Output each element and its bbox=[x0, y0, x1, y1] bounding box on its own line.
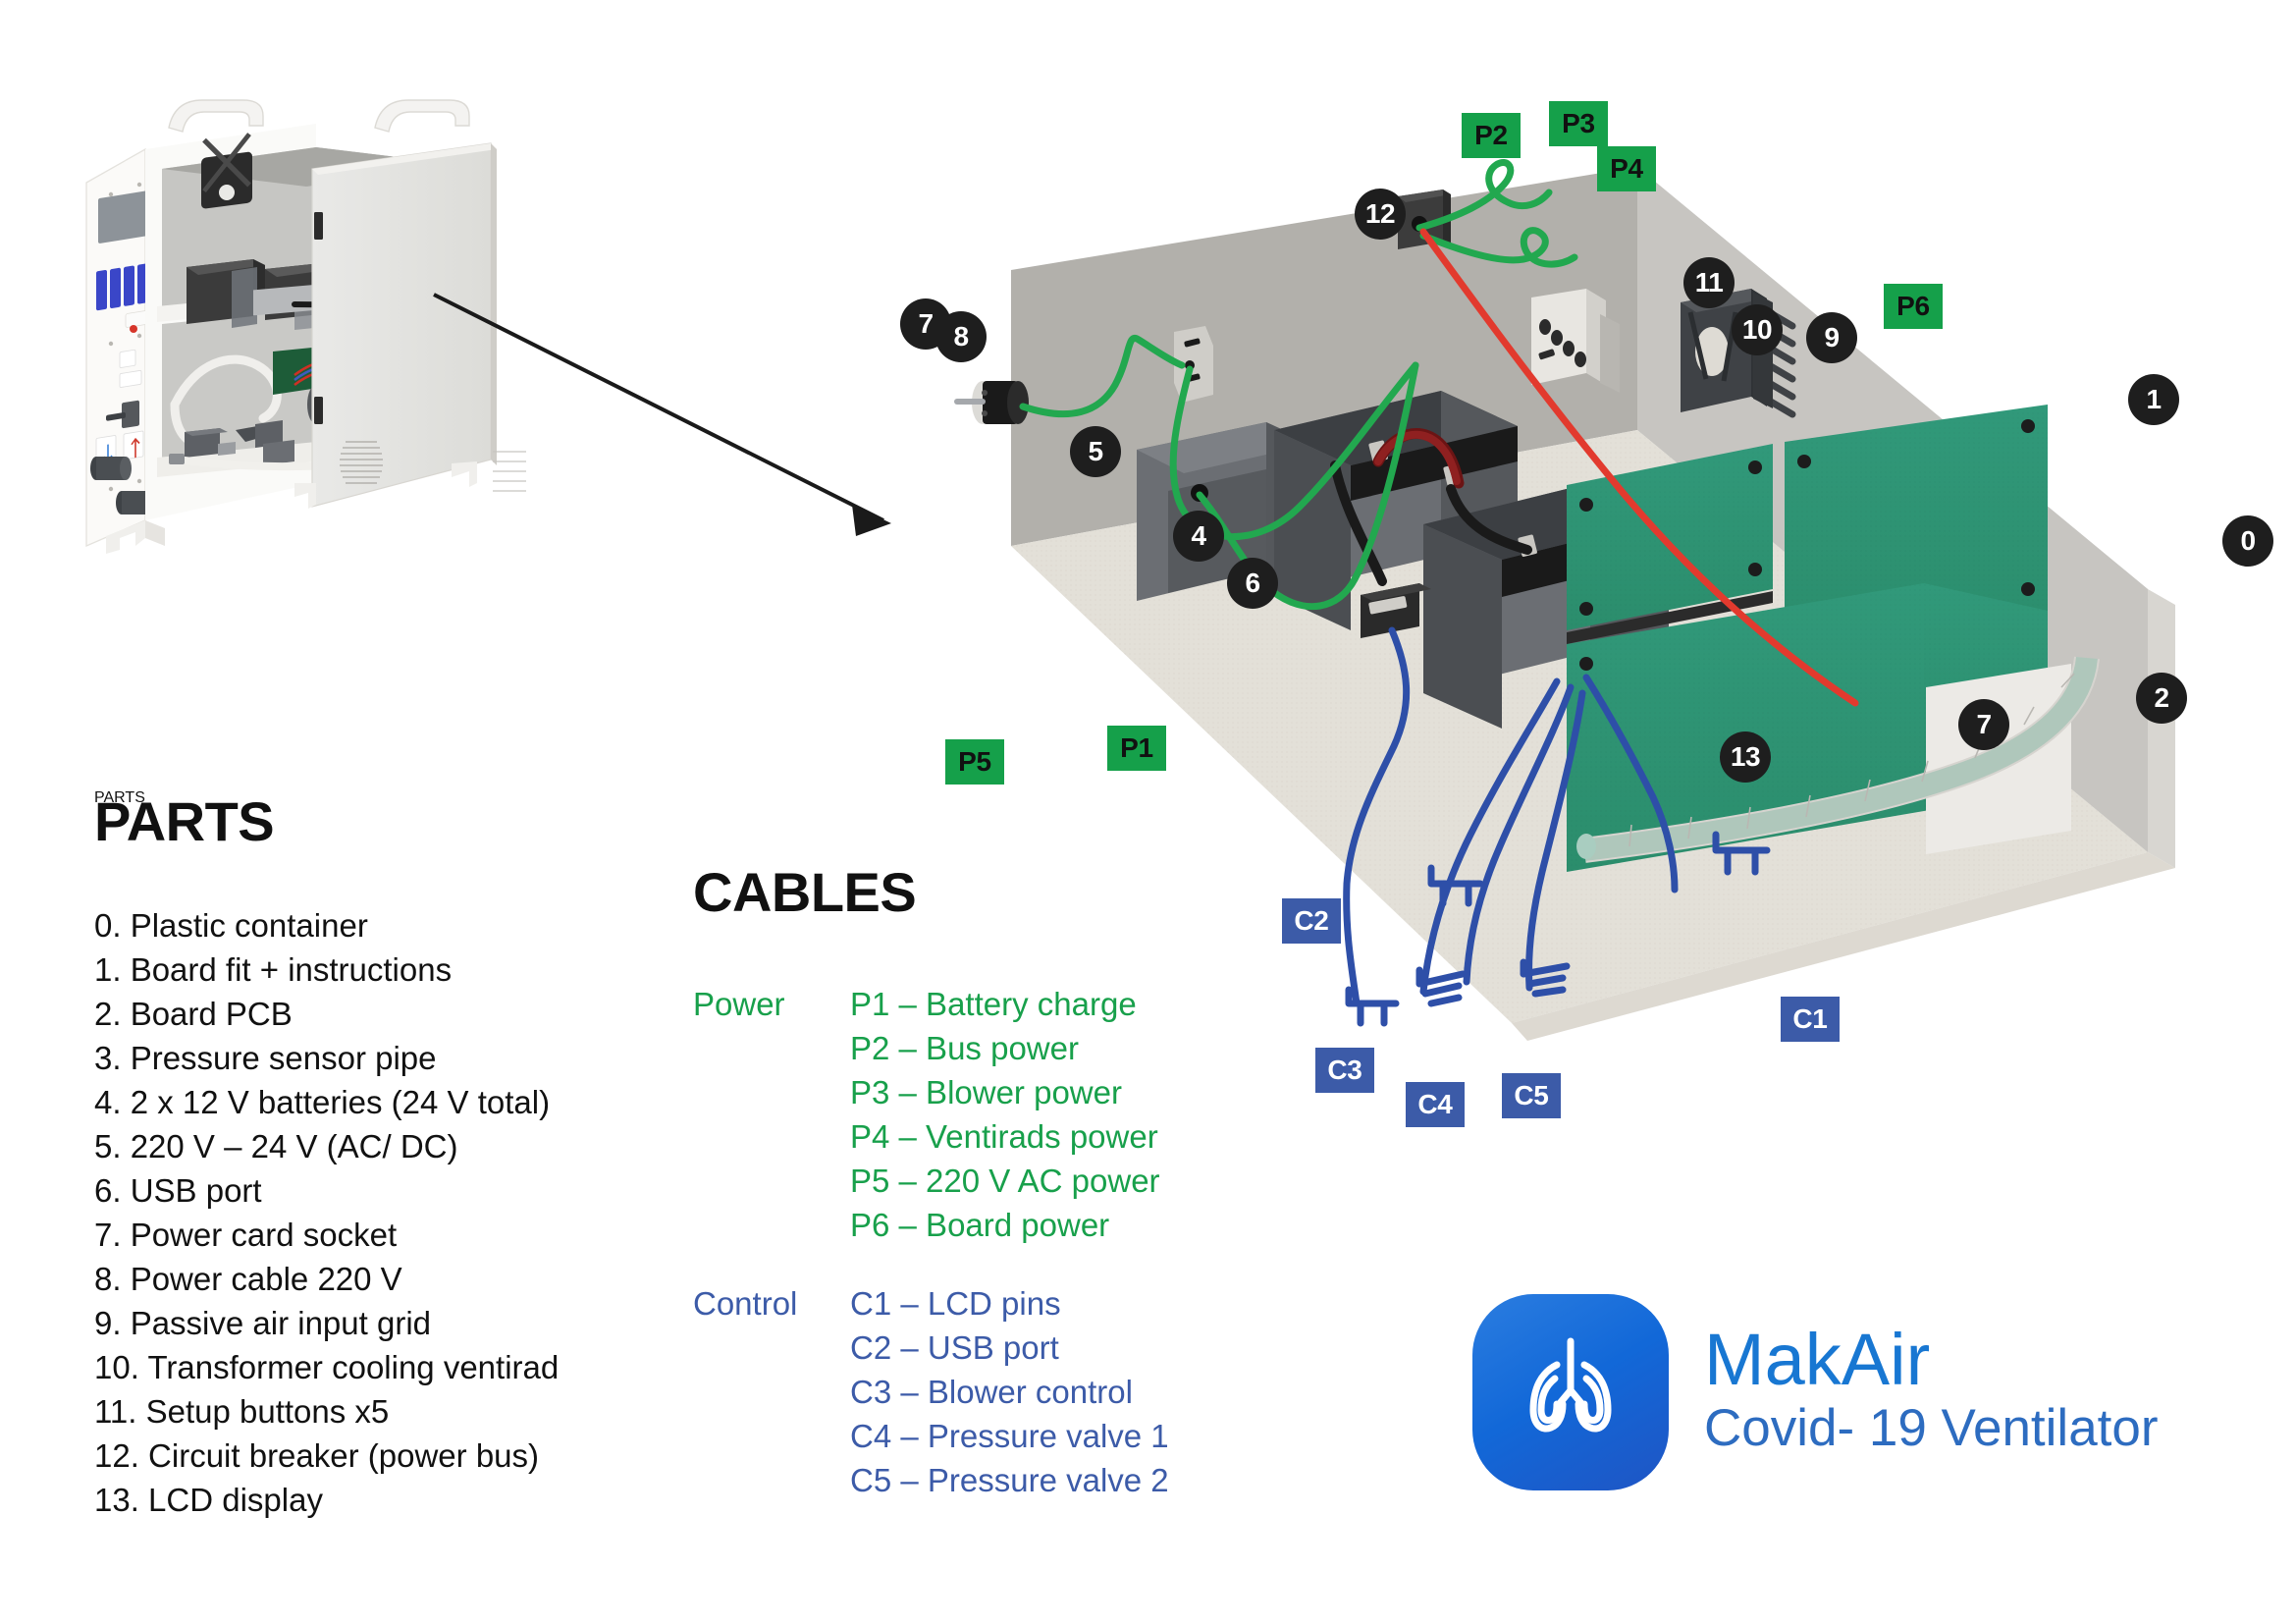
callout-number-10: 10 bbox=[1732, 304, 1783, 355]
callout-number-1: 1 bbox=[2128, 374, 2179, 425]
power-tag-p3: P3 bbox=[1549, 101, 1608, 146]
power-tag-p5: P5 bbox=[945, 739, 1004, 785]
control-tag-c4: C4 bbox=[1406, 1082, 1465, 1127]
power-tag-p6: P6 bbox=[1884, 284, 1943, 329]
control-tag-c3: C3 bbox=[1315, 1048, 1374, 1093]
control-tag-c2: C2 bbox=[1282, 898, 1341, 944]
callout-number-11: 11 bbox=[1683, 257, 1735, 308]
brand-name: MakAir bbox=[1704, 1318, 1931, 1400]
callout-number-4: 4 bbox=[1173, 511, 1224, 562]
makair-lungs-icon bbox=[1472, 1294, 1669, 1490]
callout-number-9: 9 bbox=[1806, 312, 1857, 363]
brand-tagline: Covid- 19 Ventilator bbox=[1704, 1398, 2159, 1457]
callout-number-6: 6 bbox=[1227, 558, 1278, 609]
callout-number-2: 2 bbox=[2136, 673, 2187, 724]
power-tag-p2: P2 bbox=[1462, 113, 1521, 158]
callout-number-8: 8 bbox=[935, 311, 987, 362]
callout-number-12: 12 bbox=[1355, 189, 1406, 240]
brand-logo: MakAir Covid- 19 Ventilator bbox=[1472, 1294, 2159, 1490]
callout-number-0: 0 bbox=[2222, 515, 2273, 567]
power-tag-p4: P4 bbox=[1597, 146, 1656, 191]
callout-number-13: 13 bbox=[1720, 731, 1771, 783]
control-tag-c1: C1 bbox=[1781, 997, 1840, 1042]
callout-number-5: 5 bbox=[1070, 426, 1121, 477]
power-tag-p1: P1 bbox=[1107, 726, 1166, 771]
diagram-page: PARTS PARTS 0. Plastic container 1. Board… bbox=[0, 0, 2296, 1624]
callout-number-7: 7 bbox=[1958, 699, 2009, 750]
control-tag-c5: C5 bbox=[1502, 1073, 1561, 1118]
